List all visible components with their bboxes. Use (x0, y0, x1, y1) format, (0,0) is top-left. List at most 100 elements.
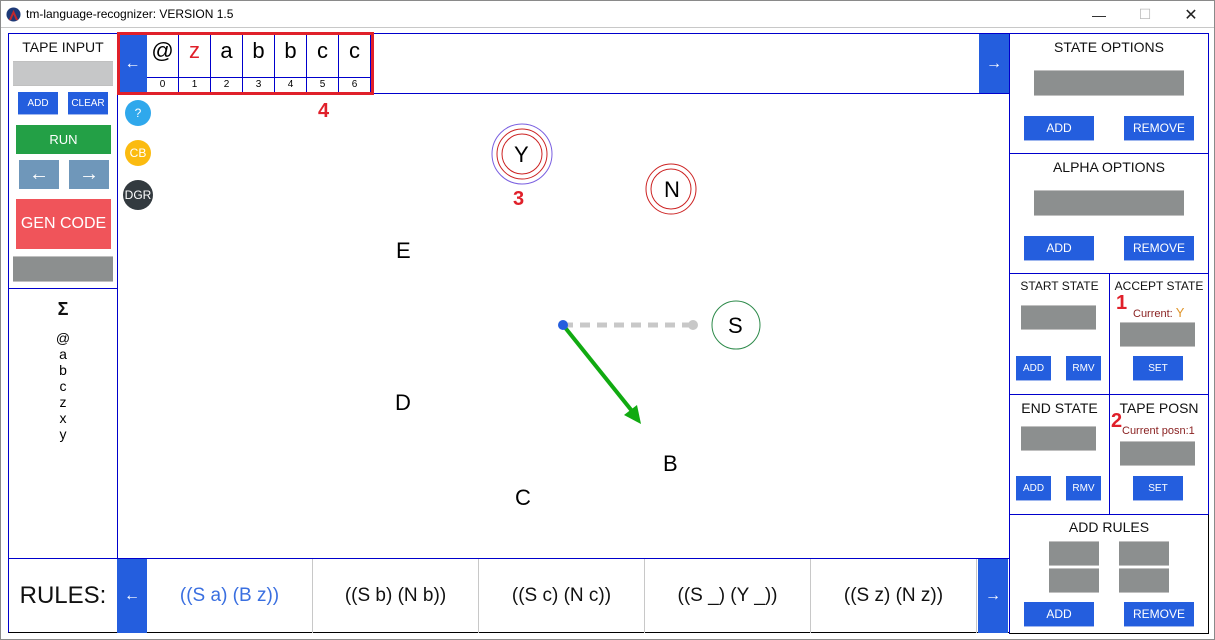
alphabet-panel: Σ @ a b c z x y (8, 288, 118, 559)
tape-posn-set-button[interactable]: SET (1133, 476, 1183, 501)
rule-read-symbol-field[interactable] (1049, 568, 1099, 593)
tape-clear-button[interactable]: CLEAR (68, 92, 108, 115)
maximize-button[interactable]: ☐ (1122, 1, 1168, 28)
node-D[interactable]: D (395, 390, 411, 416)
accept-state-current-value: Y (1175, 305, 1185, 320)
alphabet-symbol: c (59, 378, 67, 394)
start-state-field[interactable] (1021, 305, 1096, 330)
tape-posn-title: TAPE POSN (1119, 400, 1199, 416)
accept-state-field[interactable] (1120, 322, 1195, 347)
minimize-icon: — (1092, 6, 1106, 23)
node-label-Y: Y (514, 142, 529, 167)
close-button[interactable]: ✕ (1168, 1, 1214, 28)
transition-arrow (561, 323, 638, 418)
arrow-left-icon: ← (29, 163, 49, 185)
gen-code-output[interactable] (13, 256, 113, 282)
node-C[interactable]: C (515, 485, 531, 511)
tape-input-field[interactable] (13, 61, 113, 86)
alpha-options-field[interactable] (1034, 190, 1184, 216)
end-state-field[interactable] (1021, 426, 1096, 451)
tape-head-anchor (688, 320, 698, 330)
rule-item[interactable]: ((S c) (N c)) (479, 559, 645, 633)
rule-add-button[interactable]: ADD (1024, 602, 1094, 627)
alphabet-list: @ a b c z x y (9, 330, 117, 442)
accept-state-current: Current: Y (1133, 305, 1184, 320)
accept-state-title: ACCEPT STATE (1114, 279, 1204, 293)
maximize-icon: ☐ (1138, 6, 1152, 22)
rule-item[interactable]: ((S z) (N z)) (811, 559, 977, 633)
annotation-1: 1 (1116, 292, 1128, 314)
add-rules-panel: ADD RULES ADD REMOVE (1009, 514, 1209, 634)
alpha-options-title: ALPHA OPTIONS (1052, 159, 1166, 175)
node-B[interactable]: B (663, 451, 678, 477)
app-content: TAPE INPUT ADD CLEAR RUN ← → GEN CODE Σ … (8, 32, 1209, 634)
tape-posn-current: Current posn:1 (1122, 425, 1195, 437)
rule-next-state-field[interactable] (1119, 541, 1169, 566)
step-back-button[interactable]: ← (19, 160, 59, 189)
alphabet-symbol: @ (55, 330, 71, 346)
rule-current-state-field[interactable] (1049, 541, 1099, 566)
annotation-3: 3 (513, 188, 525, 210)
alphabet-symbol: z (59, 394, 67, 410)
start-state-remove-button[interactable]: RMV (1066, 356, 1101, 381)
close-icon: ✕ (1184, 6, 1198, 24)
state-options-title: STATE OPTIONS (1054, 39, 1164, 55)
alphabet-title: Σ (57, 299, 69, 319)
accept-state-set-button[interactable]: SET (1133, 356, 1183, 381)
alpha-options-panel: ALPHA OPTIONS ADD REMOVE (1009, 153, 1209, 274)
rules-bar: ← ((S a) (B z)) ((S b) (N b)) ((S c) (N c)… (117, 558, 1010, 633)
minimize-button[interactable]: — (1076, 1, 1122, 28)
arrow-left-icon: ← (124, 587, 140, 604)
tm-canvas[interactable]: ← @0 z 1 a 2 b 3 b 4 c 5 c 6 → 4 ? CB DGR (117, 32, 1010, 559)
node-label-S: S (728, 313, 743, 338)
tape-input-panel: TAPE INPUT ADD CLEAR RUN ← → GEN CODE (8, 33, 118, 289)
app-window: tm-language-recognizer: VERSION 1.5 — ☐ … (0, 0, 1215, 640)
accept-state-current-label: Current: (1133, 308, 1176, 320)
node-label-N: N (664, 177, 680, 202)
add-rules-title: ADD RULES (1068, 519, 1150, 535)
start-state-panel: START STATE ADD RMV (1009, 273, 1110, 395)
state-add-button[interactable]: ADD (1024, 116, 1094, 141)
step-forward-button[interactable]: → (69, 160, 109, 189)
state-remove-button[interactable]: REMOVE (1124, 116, 1194, 141)
arrow-right-icon: → (985, 587, 1001, 604)
transition-arrowhead (624, 405, 641, 424)
state-graph (491, 123, 761, 424)
rule-item[interactable]: ((S _) (Y _)) (645, 559, 811, 633)
end-state-remove-button[interactable]: RMV (1066, 476, 1101, 501)
rules-scroll-right-button[interactable]: → (978, 559, 1008, 633)
annotation-2: 2 (1111, 410, 1123, 432)
start-state-title: START STATE (1020, 279, 1099, 293)
accept-state-panel: ACCEPT STATE 1 Current: Y SET (1109, 273, 1209, 395)
tape-head-dot[interactable] (558, 320, 568, 330)
alphabet-symbol: x (59, 410, 67, 426)
rules-label: RULES: (19, 582, 107, 609)
rule-remove-button[interactable]: REMOVE (1124, 602, 1194, 627)
node-E[interactable]: E (396, 238, 411, 264)
alpha-remove-button[interactable]: REMOVE (1124, 236, 1194, 261)
tape-input-title: TAPE INPUT (22, 39, 104, 55)
rule-item[interactable]: ((S b) (N b)) (313, 559, 479, 633)
start-state-add-button[interactable]: ADD (1016, 356, 1051, 381)
rules-label-box: RULES: (8, 558, 118, 633)
app-logo-icon (6, 7, 21, 22)
alpha-add-button[interactable]: ADD (1024, 236, 1094, 261)
tape-posn-field[interactable] (1120, 441, 1195, 466)
end-state-add-button[interactable]: ADD (1016, 476, 1051, 501)
gen-code-button[interactable]: GEN CODE (16, 199, 111, 249)
rule-item[interactable]: ((S a) (B z)) (147, 559, 313, 633)
alphabet-symbol: a (59, 346, 67, 362)
end-state-panel: END STATE ADD RMV (1009, 394, 1110, 515)
alphabet-symbol: y (59, 426, 67, 442)
alphabet-symbol: b (59, 362, 67, 378)
title-bar: tm-language-recognizer: VERSION 1.5 — ☐ … (1, 1, 1214, 28)
window-title: tm-language-recognizer: VERSION 1.5 (26, 7, 234, 21)
arrow-right-icon: → (79, 163, 99, 185)
state-options-field[interactable] (1034, 70, 1184, 96)
rules-scroll-left-button[interactable]: ← (117, 559, 147, 633)
state-options-panel: STATE OPTIONS ADD REMOVE (1009, 33, 1209, 154)
tape-posn-panel: TAPE POSN 2 Current posn:1 SET (1109, 394, 1209, 515)
rule-write-symbol-field[interactable] (1119, 568, 1169, 593)
tape-add-button[interactable]: ADD (18, 92, 58, 115)
run-button[interactable]: RUN (16, 125, 111, 154)
